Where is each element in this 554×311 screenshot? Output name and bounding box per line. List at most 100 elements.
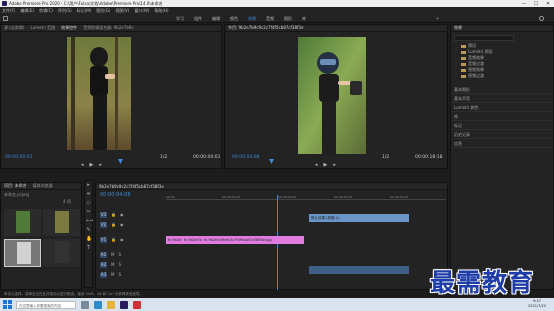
eye-icon[interactable]: ◉ [120,212,124,217]
panel-libraries[interactable]: 库 [451,112,553,121]
menu-clip[interactable]: 剪辑(C) [39,8,53,14]
pen-tool-icon[interactable]: ✎ [86,228,91,233]
panel-markers[interactable]: 标记 [451,121,553,130]
app-icon[interactable] [133,300,141,309]
source-timecode[interactable]: 00:00:00:01 [5,155,32,160]
program-timecode[interactable]: 00:00:04:08 [232,155,259,160]
step-forward-icon[interactable]: ▸ [99,162,102,168]
razor-tool-icon[interactable]: ✂ [86,210,91,215]
eye-icon[interactable]: ◉ [120,237,124,242]
tab-program[interactable]: 节目: 9b2e7b9c9c2c7f4f5cb87cf38f3e [228,25,303,31]
premiere-taskbar-icon[interactable] [120,300,128,309]
eye-icon[interactable]: ◉ [120,222,124,227]
effects-tree-item[interactable]: 视频过渡 [451,73,554,79]
maximize-button[interactable]: ☐ [530,0,542,7]
step-forward-icon[interactable]: ▸ [333,162,336,168]
lock-icon[interactable]: 🔒 [111,212,116,217]
track-v3[interactable]: V3 🔒 ◉ [96,210,164,219]
project-thumbnail[interactable] [4,209,41,236]
workspace-tab-editing[interactable]: 编辑 [212,16,220,22]
clip-a1[interactable] [309,266,409,274]
ripple-edit-tool-icon[interactable]: ◇ [86,201,91,206]
mute-icon[interactable]: M [111,252,114,257]
selection-tool-icon[interactable]: ▸ [86,183,91,188]
play-icon[interactable]: ▶ [324,162,328,168]
project-thumbnail-selected[interactable] [4,239,41,267]
tab-sequence[interactable]: 9b2e7b9c9c2c7f4f5cb87cf38f3e [99,184,164,189]
step-back-icon[interactable]: ◂ [315,162,318,168]
search-icon[interactable] [539,16,544,21]
source-playhead[interactable] [118,159,123,164]
lock-icon[interactable]: 🔒 [111,237,116,242]
track-v1[interactable]: V1 🔒 ◉ [96,235,164,244]
explorer-icon[interactable] [107,300,115,309]
program-zoom-select[interactable]: 1/2 [382,155,389,160]
solo-icon[interactable]: S [118,262,121,267]
track-a1[interactable]: A1 M S [96,250,164,259]
effects-search-field[interactable] [454,35,514,41]
track-v2[interactable]: V2 🔒 ◉ [96,220,164,229]
tab-media-browser[interactable]: 媒体浏览器 [33,183,53,189]
edge-icon[interactable] [94,300,102,309]
close-button[interactable]: ✕ [542,0,554,7]
panel-essential-graphics[interactable]: 基本图形 [451,85,553,94]
home-icon[interactable] [3,16,8,21]
panel-lumetri-color[interactable]: Lumetri 颜色 [451,103,553,112]
workspace-tab-graphics[interactable]: 图形 [284,16,292,22]
minimize-button[interactable]: — [518,0,530,7]
workspace-tab-libraries[interactable]: 库 [302,16,306,22]
workspace-tab-effects[interactable]: 效果 [248,16,256,22]
workspace-tab-color[interactable]: 颜色 [230,16,238,22]
task-view-icon[interactable] [81,300,89,309]
clip-v2-adjustment[interactable]: 默认效果 (剪辑 2) [309,214,409,222]
menu-view[interactable]: 视图(V) [115,8,129,14]
solo-icon[interactable]: S [118,252,121,257]
tab-source[interactable]: 源:(无剪辑) [4,25,24,31]
menu-edit[interactable]: 编辑(E) [20,8,34,14]
timeline-ruler[interactable]: 00:00 00:00:04:00 00:00:08:00 00:00:12:0… [166,195,446,200]
panel-history[interactable]: 历史记录 [451,130,553,139]
track-select-tool-icon[interactable]: ⇹ [86,192,91,197]
taskbar-search-input[interactable]: 在这里输入你要搜索的内容 [16,300,76,309]
source-monitor-panel: 源:(无剪辑) Lumetri 范围 效果控件 音频剪辑混合器: 9b2e7b9… [0,24,222,169]
tab-project[interactable]: 项目: 未命名 [4,183,27,189]
tab-effect-controls[interactable]: 效果控件 [61,25,77,31]
menu-sequence[interactable]: 序列(S) [58,8,72,14]
system-clock[interactable]: 9:47 2021/7/20 [528,299,546,309]
more-workspaces-icon[interactable]: » [436,16,439,22]
start-button[interactable] [3,300,12,309]
workspace-tab-learn[interactable]: 学习 [176,16,184,22]
clip-v1[interactable]: fx 9b2e7 [166,236,182,244]
lock-icon[interactable]: 🔒 [111,222,116,227]
program-video-frame [298,37,366,154]
track-a2[interactable]: A2 M S [96,260,164,269]
tab-lumetri-scopes[interactable]: Lumetri 范围 [30,25,55,31]
panel-essential-sound[interactable]: 基本声音 [451,94,553,103]
menu-help[interactable]: 帮助(H) [154,8,168,14]
slip-tool-icon[interactable]: ⟷ [86,219,93,224]
program-playhead[interactable] [269,159,274,164]
mute-icon[interactable]: M [111,262,114,267]
panel-info[interactable]: 信息 [451,139,553,148]
tab-audio-clip-mixer[interactable]: 音频剪辑混合器: 9b2e7b9c [83,25,134,31]
play-icon[interactable]: ▶ [90,162,94,168]
menu-window[interactable]: 窗口(W) [134,8,149,14]
workspace-tab-assembly[interactable]: 组件 [194,16,202,22]
solo-icon[interactable]: S [118,272,121,277]
project-thumbnail[interactable] [43,239,80,267]
menu-file[interactable]: 文件(F) [2,8,15,14]
track-label: V2 [100,221,107,228]
track-a3[interactable]: A3 M S [96,270,164,279]
clip-v1[interactable]: fx 9b2e7b [182,236,202,244]
hand-tool-icon[interactable]: ✋ [86,237,92,242]
menu-marker[interactable]: 标记(M) [77,8,92,14]
source-zoom-select[interactable]: 1/2 [160,155,167,160]
project-thumbnail[interactable] [43,209,80,236]
menu-graphics[interactable]: 图形(G) [96,8,110,14]
workspace-tab-audio[interactable]: 音频 [266,16,274,22]
timeline-timecode[interactable]: 00:00:04:08 [100,192,131,198]
mute-icon[interactable]: M [111,272,114,277]
clip-v1[interactable]: fx 9b2e7b9c9c2c7f4f5cb87cf38f3e.jpg [202,236,304,244]
type-tool-icon[interactable]: T [86,246,91,251]
step-back-icon[interactable]: ◂ [81,162,84,168]
